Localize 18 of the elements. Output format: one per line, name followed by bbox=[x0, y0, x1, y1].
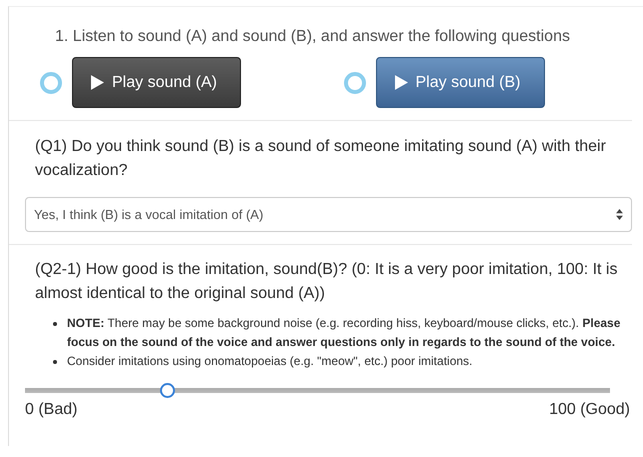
sort-arrows-icon bbox=[616, 209, 623, 220]
instruction-text: 1. Listen to sound (A) and sound (B), and answer the following questions bbox=[54, 28, 571, 46]
bullet-icon bbox=[53, 322, 57, 326]
min-label: 0 (Bad) bbox=[25, 401, 78, 419]
note-text: Consider imitations using onomatopoeias (e.g. "meow", etc.) poor imitations. bbox=[67, 353, 472, 370]
play-icon bbox=[91, 75, 104, 90]
question-text: (Q1) Do you think sound (B) is a sound of someone imitating sound (A) with their vocalization? bbox=[34, 137, 607, 181]
bullet-icon bbox=[53, 360, 57, 364]
radio-button[interactable] bbox=[344, 72, 366, 94]
note-text: NOTE: There may be some background noise (e.g. recording hiss, keyboard/mouse clicks, etc.). Please focus on the sound of the voice and answer questions only in regards to the sound of the voice. bbox=[67, 315, 622, 351]
max-label: 100 (Good) bbox=[549, 401, 630, 419]
dropdown[interactable]: Yes, I think (B) is a vocal imitation of (A) bbox=[25, 197, 632, 232]
play-button[interactable]: Play sound (A) bbox=[72, 57, 241, 108]
question-text: (Q2-1) How good is the imitation, sound(B)? (0: It is a very poor imitation, 100: It is almost identical to the original sound (A)) bbox=[34, 260, 618, 304]
play-button[interactable]: Play sound (B) bbox=[376, 57, 544, 108]
play-icon bbox=[394, 75, 408, 90]
slider-thumb[interactable] bbox=[160, 383, 176, 398]
radio-button[interactable] bbox=[40, 72, 62, 94]
